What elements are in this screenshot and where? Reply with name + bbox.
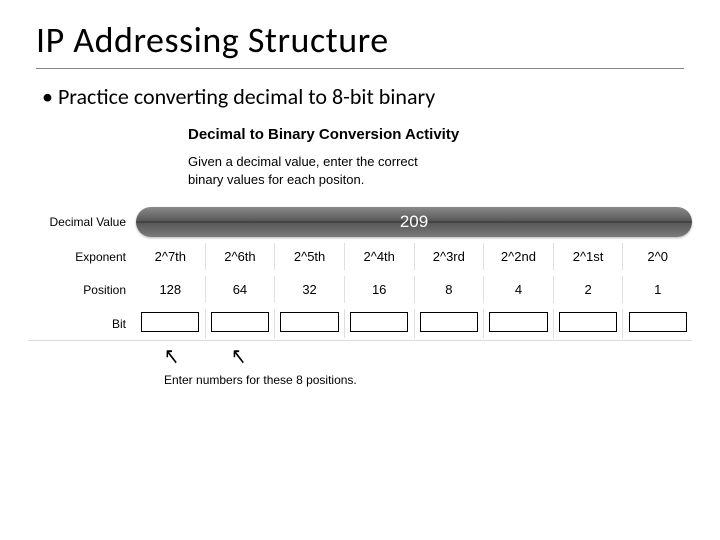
activity-heading: Decimal to Binary Conversion Activity [188,126,720,143]
position-row: Position 128 64 32 16 8 4 2 1 [28,276,692,303]
bit-input-2[interactable] [280,312,338,332]
bit-cell [275,309,345,338]
position-cell: 32 [275,276,345,303]
activity-desc-line2: binary values for each positon. [188,172,364,187]
bit-cell [484,309,554,338]
position-cell: 128 [136,276,206,303]
position-cell: 16 [345,276,415,303]
exponent-cell: 2^7th [136,243,206,270]
bit-cell [415,309,485,338]
position-cell: 1 [623,276,692,303]
exponent-cell: 2^6th [206,243,276,270]
bit-input-1[interactable] [211,312,269,332]
bit-input-7[interactable] [629,312,687,332]
title-divider [36,68,684,69]
position-cells: 128 64 32 16 8 4 2 1 [136,276,692,303]
bit-input-0[interactable] [141,312,199,332]
bullet-practice: Practice converting decimal to 8-bit bin… [0,83,720,126]
exponent-cell: 2^4th [345,243,415,270]
bit-cell [206,309,276,338]
bit-cell [623,309,692,338]
bit-cell [136,309,206,338]
bit-row: Bit [28,309,692,341]
decimal-value-label: Decimal Value [28,215,136,229]
position-cell: 4 [484,276,554,303]
activity-block: Decimal to Binary Conversion Activity Gi… [188,126,720,189]
decimal-value-display: 209 [136,207,692,237]
arrow-up-left-icon: ↖ [164,345,179,368]
position-cell: 8 [415,276,485,303]
hint-text: Enter numbers for these 8 positions. [164,373,692,387]
exponent-cell: 2^5th [275,243,345,270]
exponent-cell: 2^2nd [484,243,554,270]
bit-input-4[interactable] [420,312,478,332]
slide-title: IP Addressing Structure [0,0,720,68]
bit-cells [136,309,692,338]
activity-desc-line1: Given a decimal value, enter the correct [188,154,418,169]
position-label: Position [28,283,136,297]
exponent-cell: 2^3rd [415,243,485,270]
conversion-table: Decimal Value 209 Exponent 2^7th 2^6th 2… [28,207,692,387]
exponent-label: Exponent [28,250,136,264]
exponent-cells: 2^7th 2^6th 2^5th 2^4th 2^3rd 2^2nd 2^1s… [136,243,692,270]
exponent-cell: 2^1st [554,243,624,270]
position-cell: 2 [554,276,624,303]
bit-input-3[interactable] [350,312,408,332]
exponent-cell: 2^0 [623,243,692,270]
bit-input-6[interactable] [559,312,617,332]
bit-cell [345,309,415,338]
arrow-up-left-icon: ↖ [231,345,246,368]
bit-label: Bit [28,317,136,331]
activity-description: Given a decimal value, enter the correct… [188,153,720,189]
decimal-value-row: Decimal Value 209 [28,207,692,237]
arrow-hints: ↖ ↖ [164,347,692,365]
position-cell: 64 [206,276,276,303]
bit-input-5[interactable] [489,312,547,332]
bit-cell [554,309,624,338]
exponent-row: Exponent 2^7th 2^6th 2^5th 2^4th 2^3rd 2… [28,243,692,270]
